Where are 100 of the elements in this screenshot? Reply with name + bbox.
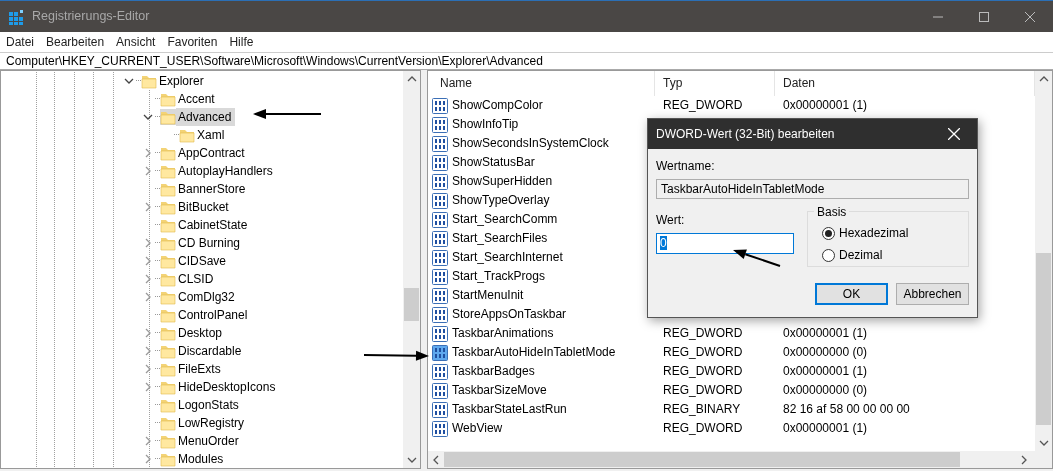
tree-item[interactable]: FileExts xyxy=(176,360,225,378)
value-name[interactable]: ShowTypeOverlay xyxy=(452,191,550,210)
value-name[interactable]: ShowCompColor xyxy=(452,96,543,115)
tree-item[interactable]: Modules xyxy=(176,450,228,468)
value-name[interactable]: TaskbarStateLastRun xyxy=(452,400,567,419)
app-icon xyxy=(8,8,24,25)
tree-item[interactable]: CabinetState xyxy=(176,216,252,234)
value-name[interactable]: Start_SearchComm xyxy=(452,210,558,229)
tree-item[interactable]: Xaml xyxy=(195,126,229,144)
scrollbar[interactable] xyxy=(428,451,1052,468)
tree-item[interactable]: Accent xyxy=(176,90,219,108)
tree-item[interactable]: Discardable xyxy=(176,342,246,360)
column-header[interactable]: Name xyxy=(432,71,655,96)
folder-icon xyxy=(141,73,157,89)
scrollbar-thumb[interactable] xyxy=(404,288,419,321)
scroll-down-icon[interactable] xyxy=(406,456,417,464)
value-name[interactable]: Start_SearchInternet xyxy=(452,248,563,267)
expand-icon[interactable] xyxy=(144,292,152,302)
tree-item[interactable]: LogonStats xyxy=(176,396,243,414)
maximize-icon[interactable] xyxy=(979,11,989,22)
tree-item[interactable]: ComDlg32 xyxy=(176,288,239,306)
address-bar[interactable]: Computer\HKEY_CURRENT_USER\Software\Microsoft\Windows\CurrentVersion\Explorer\Advanced xyxy=(0,52,1053,70)
folder-icon xyxy=(160,235,176,251)
expand-icon[interactable] xyxy=(144,436,152,446)
value-name[interactable]: ShowSuperHidden xyxy=(452,172,553,191)
expand-icon[interactable] xyxy=(144,454,152,464)
expand-icon[interactable] xyxy=(144,256,152,266)
value-type: REG_DWORD xyxy=(663,345,743,359)
value-name[interactable]: WebView xyxy=(452,419,503,438)
collapse-icon[interactable] xyxy=(143,113,153,121)
expand-icon[interactable] xyxy=(144,328,152,338)
menu-item[interactable]: Ansicht xyxy=(110,32,162,52)
radio-button[interactable] xyxy=(822,248,835,262)
dialog-title: DWORD-Wert (32-Bit) bearbeiten xyxy=(656,126,836,143)
expand-icon[interactable] xyxy=(144,274,152,284)
column-header[interactable]: Typ xyxy=(655,71,775,96)
expand-icon[interactable] xyxy=(144,202,152,212)
expand-icon[interactable] xyxy=(144,364,152,374)
dialog-button[interactable]: OK xyxy=(815,283,888,305)
value-name[interactable]: StoreAppsOnTaskbar xyxy=(452,305,567,324)
folder-icon xyxy=(160,181,176,197)
scrollbar[interactable] xyxy=(403,71,420,468)
tree-item[interactable]: Desktop xyxy=(176,324,227,342)
value-data: 0x00000001 (1) xyxy=(783,364,868,378)
scroll-up-icon[interactable] xyxy=(1038,75,1049,83)
tree-item[interactable]: Advanced xyxy=(176,108,236,126)
radio-label[interactable]: Dezimal xyxy=(839,246,883,264)
folder-icon xyxy=(160,145,176,161)
value-name[interactable]: TaskbarAnimations xyxy=(452,324,554,343)
scroll-down-icon[interactable] xyxy=(1038,439,1049,447)
tree-item[interactable]: MenuOrder xyxy=(176,432,243,450)
value-data: 0x00000001 (1) xyxy=(783,421,868,435)
dialog-button[interactable]: Abbrechen xyxy=(896,283,969,305)
tree-item[interactable]: CIDSave xyxy=(176,252,231,270)
folder-icon xyxy=(160,109,176,125)
scroll-up-icon[interactable] xyxy=(406,75,417,83)
tree-item[interactable]: CLSID xyxy=(176,270,218,288)
folder-icon xyxy=(160,289,176,305)
expand-icon[interactable] xyxy=(144,166,152,176)
field-label: Wert: xyxy=(656,212,686,229)
value-data: 0x00000000 (0) xyxy=(783,383,868,397)
expand-icon[interactable] xyxy=(144,238,152,248)
radio-label[interactable]: Hexadezimal xyxy=(839,224,909,242)
scroll-left-icon[interactable] xyxy=(432,454,440,465)
scrollbar-thumb[interactable] xyxy=(444,452,960,467)
expand-icon[interactable] xyxy=(144,346,152,356)
value-name[interactable]: StartMenuInit xyxy=(452,286,524,305)
value-name[interactable]: TaskbarAutoHideInTabletMode xyxy=(452,343,616,362)
collapse-icon[interactable] xyxy=(124,77,134,85)
expand-icon[interactable] xyxy=(144,382,152,392)
tree-item[interactable]: AppContract xyxy=(176,144,249,162)
tree-item[interactable]: BannerStore xyxy=(176,180,250,198)
value-name[interactable]: TaskbarBadges xyxy=(452,362,535,381)
tree-item[interactable]: CD Burning xyxy=(176,234,245,252)
folder-icon xyxy=(160,451,176,467)
scrollbar[interactable] xyxy=(1035,71,1052,451)
scroll-right-icon[interactable] xyxy=(1020,454,1028,465)
annotation-arrow xyxy=(363,350,429,361)
value-field[interactable]: 0 xyxy=(656,233,794,254)
value-name[interactable]: Start_SearchFiles xyxy=(452,229,548,248)
menu-item[interactable]: Favoriten xyxy=(161,32,224,52)
folder-icon xyxy=(160,415,176,431)
tree-item[interactable]: Explorer xyxy=(157,72,208,90)
tree-item[interactable]: HideDesktopIcons xyxy=(176,378,280,396)
tree-item[interactable]: AutoplayHandlers xyxy=(176,162,277,180)
scrollbar-thumb[interactable] xyxy=(1036,253,1051,425)
menu-item[interactable]: Hilfe xyxy=(223,32,260,52)
menu-item[interactable]: Bearbeiten xyxy=(40,32,111,52)
tree-item[interactable]: BitBucket xyxy=(176,198,233,216)
radio-button[interactable] xyxy=(822,226,835,240)
folder-icon xyxy=(160,361,176,377)
value-name[interactable]: ShowInfoTip xyxy=(452,115,519,134)
value-name[interactable]: Start_TrackProgs xyxy=(452,267,545,286)
expand-icon[interactable] xyxy=(144,148,152,158)
tree-item[interactable]: ControlPanel xyxy=(176,306,252,324)
value-name[interactable]: ShowSecondsInSystemClock xyxy=(452,134,609,153)
menu-item[interactable]: Datei xyxy=(0,32,40,52)
value-name[interactable]: TaskbarSizeMove xyxy=(452,381,547,400)
tree-item[interactable]: LowRegistry xyxy=(176,414,249,432)
value-name[interactable]: ShowStatusBar xyxy=(452,153,535,172)
